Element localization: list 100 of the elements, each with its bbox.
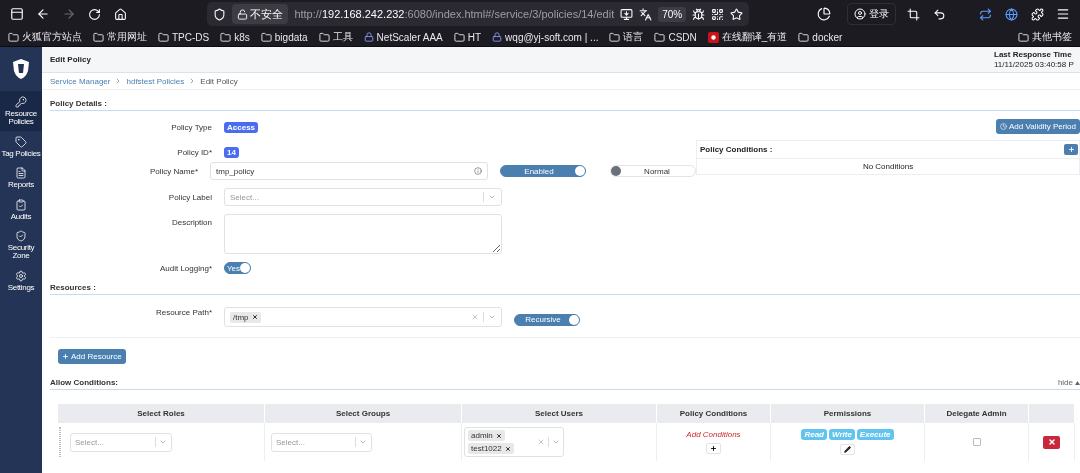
menu-icon[interactable] [1056, 7, 1070, 21]
field-label: Policy ID* [176, 147, 212, 157]
panel-title: Policy Conditions : [700, 145, 773, 154]
report-icon [15, 167, 27, 180]
bookmark-item[interactable]: 语言 [609, 30, 644, 44]
empty-message: No Conditions [861, 161, 915, 173]
toggle-switch[interactable]: Enabled [500, 165, 586, 177]
sidebar-item[interactable]: Security Zone [0, 224, 42, 265]
toggle-switch[interactable]: Yes [224, 262, 251, 274]
back-icon[interactable] [35, 7, 50, 21]
bookmark-item[interactable]: 在线翻译_有道 [707, 30, 788, 44]
bookmark-label: 火狐官方站点 [22, 30, 82, 44]
sidebar-item[interactable]: Tag Policies [0, 130, 42, 163]
login-button[interactable]: 登录 [847, 3, 897, 25]
bookmark-label: docker [812, 31, 843, 43]
remove-icon[interactable] [504, 445, 511, 452]
sidebar-item[interactable]: Resource Policies [0, 91, 42, 131]
folder-icon [318, 31, 330, 43]
policy-id-badge: 14 [224, 146, 239, 158]
description-field[interactable] [224, 214, 502, 254]
resource-path-select[interactable]: /tmp [224, 307, 502, 327]
bookmark-label: NetScaler AAA [376, 31, 443, 43]
bookmark-item[interactable]: TPC-DS [158, 31, 210, 43]
add-resource-button[interactable]: Add Resource [58, 349, 126, 364]
security-indicator[interactable]: 不安全 [232, 4, 289, 24]
bookmark-label: CSDN [668, 31, 697, 43]
policy-type-badge: Access [224, 121, 259, 133]
clock-icon [1000, 123, 1007, 130]
bookmark-item[interactable]: docker [798, 31, 843, 43]
column-header: Permissions [771, 404, 925, 423]
brand-icon [707, 31, 719, 43]
folder-icon [654, 31, 666, 43]
tabs-icon[interactable] [9, 7, 24, 21]
breadcrumb-link[interactable]: hdfstest Policies [126, 76, 185, 86]
hide-toggle[interactable]: hide [1057, 378, 1080, 387]
bookmark-star-icon[interactable] [730, 7, 744, 21]
plus-icon [62, 353, 69, 360]
bookmark-label: 工具 [332, 30, 353, 44]
breadcrumb-link[interactable]: Service Manager [50, 76, 111, 86]
folder-icon [158, 31, 169, 43]
folder-icon [220, 31, 232, 43]
tag-icon [15, 135, 27, 148]
sidebar-item[interactable]: Settings [0, 264, 42, 297]
bookmark-item[interactable]: HT [453, 31, 482, 43]
info-icon [474, 167, 482, 175]
bookmark-item[interactable]: k8s [220, 31, 250, 43]
chevron-icon [359, 438, 367, 446]
add-validity-period-button[interactable]: Add Validity Period [996, 119, 1080, 134]
extensions-icon[interactable] [1030, 7, 1044, 21]
folder-icon [798, 31, 810, 43]
add-conditions-link[interactable]: Add Conditions [686, 430, 741, 439]
bookmark-item[interactable]: CSDN [654, 31, 697, 43]
column-header: Select Roles [58, 404, 265, 423]
sync-icon[interactable] [978, 7, 992, 21]
forward-icon[interactable] [61, 7, 76, 21]
crop-icon[interactable] [906, 7, 920, 21]
globe-icon[interactable] [1004, 7, 1018, 21]
remove-icon[interactable] [251, 314, 258, 320]
home-icon[interactable] [113, 7, 127, 21]
field-label: Policy Label [167, 192, 212, 202]
delete-button[interactable] [1043, 435, 1060, 449]
bookmark-label: bigdata [274, 31, 308, 43]
bug-icon[interactable] [692, 7, 706, 21]
bookmark-item[interactable]: bigdata [260, 31, 308, 43]
undo-icon[interactable] [932, 7, 946, 21]
chevron-icon [488, 313, 496, 321]
pie-chart-icon[interactable] [817, 7, 832, 21]
bookmark-item[interactable]: 常用网址 [93, 30, 147, 44]
lock-icon [492, 32, 503, 42]
section-heading: Policy Details : [50, 99, 107, 108]
add-condition-button[interactable] [1064, 144, 1078, 155]
bookmark-item[interactable]: 其他书签 [1018, 30, 1072, 44]
lock-icon [237, 8, 249, 20]
edit-button[interactable] [840, 444, 855, 455]
lock-icon [363, 32, 374, 42]
folder-icon [260, 31, 272, 43]
sidebar-item[interactable]: Audits [0, 193, 42, 225]
sidebar-item[interactable]: Reports [0, 162, 42, 194]
folder-icon [1018, 31, 1029, 43]
download-icon[interactable] [620, 7, 634, 21]
column-header: Select Groups [265, 404, 462, 423]
reload-icon[interactable] [88, 7, 102, 21]
add-button[interactable] [706, 443, 721, 454]
users-select[interactable]: admin test1022 [464, 427, 564, 457]
bookmark-item[interactable]: 工具 [318, 30, 353, 44]
policy-name-field[interactable]: tmp_policy [210, 162, 488, 180]
qr-code-icon[interactable] [711, 7, 725, 21]
bookmark-item[interactable]: NetScaler AAA [363, 31, 443, 43]
zoom-level[interactable]: 70% [658, 6, 687, 22]
chevron-icon [488, 193, 496, 201]
tag-text: test1022 [471, 444, 502, 453]
address-bar[interactable]: 不安全 http://192.168.242.232:6080/index.html#/service/3/policies/14/edit 70% [207, 2, 750, 26]
page-title: Edit Policy [50, 55, 91, 64]
toggle-switch[interactable]: Recursive [514, 313, 580, 326]
remove-icon[interactable] [495, 432, 502, 439]
translate-icon[interactable] [639, 7, 653, 21]
delegate-admin-checkbox[interactable] [972, 438, 981, 446]
toggle-switch[interactable]: Normal [610, 165, 696, 177]
clipboard-icon [15, 198, 27, 211]
bookmark-item[interactable]: 火狐官方站点 [8, 30, 82, 44]
